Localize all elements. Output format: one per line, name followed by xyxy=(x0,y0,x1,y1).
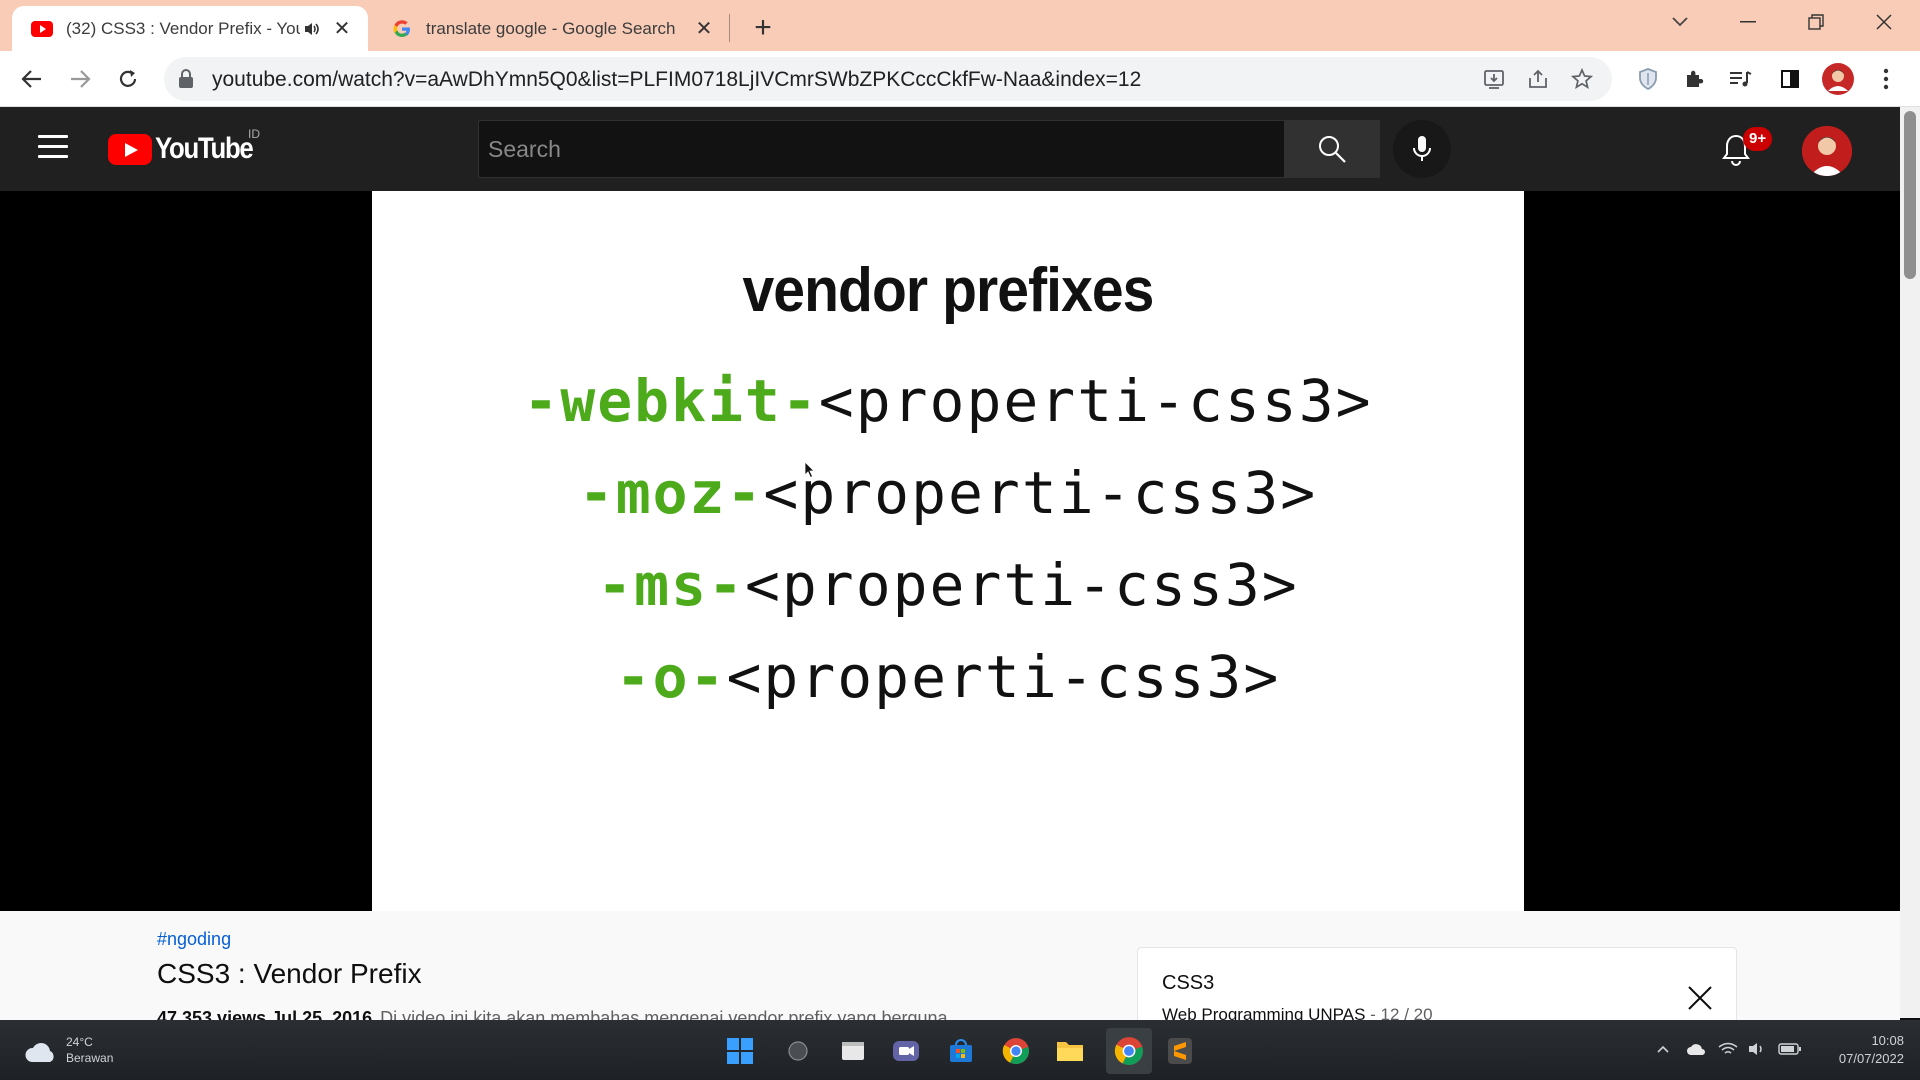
teams-chat-icon[interactable] xyxy=(889,1034,923,1068)
slide-code-line: -moz-<properti-css3> xyxy=(372,459,1524,527)
slide-code-line: -o-<properti-css3> xyxy=(372,643,1524,711)
windows-taskbar: 24°C Berawan 10:08 07/07/2022 xyxy=(0,1020,1920,1080)
search-placeholder: Search xyxy=(488,136,561,162)
property-placeholder: <properti-css3> xyxy=(744,551,1299,619)
tab-search-icon[interactable] xyxy=(1646,0,1714,44)
slide-code-line: -ms-<properti-css3> xyxy=(372,551,1524,619)
battery-icon[interactable] xyxy=(1778,1042,1802,1059)
property-placeholder: <properti-css3> xyxy=(818,367,1373,435)
show-hidden-icons[interactable] xyxy=(1656,1042,1670,1057)
file-explorer-icon[interactable] xyxy=(1053,1034,1087,1068)
install-app-icon[interactable] xyxy=(1480,65,1508,93)
page-scrollbar[interactable] xyxy=(1900,107,1920,1018)
slide-code-line: -webkit-<properti-css3> xyxy=(372,367,1524,435)
video-details: #ngoding CSS3 : Vendor Prefix 47.353 vie… xyxy=(0,911,1900,1047)
weather-widget[interactable]: 24°C Berawan xyxy=(24,1034,144,1068)
youtube-wordmark: YouTube xyxy=(155,132,254,165)
youtube-header: YouTube ID Search 9+ xyxy=(0,107,1900,191)
vendor-prefix: -moz- xyxy=(578,459,764,527)
chrome-taskbar-icon[interactable] xyxy=(999,1034,1033,1068)
reload-icon[interactable] xyxy=(110,61,146,97)
back-icon[interactable] xyxy=(14,61,50,97)
weather-temp: 24°C xyxy=(66,1035,93,1049)
video-player[interactable]: vendor prefixes -webkit-<properti-css3> … xyxy=(0,191,1900,911)
close-tab-icon[interactable]: ✕ xyxy=(692,17,716,41)
sublime-text-icon[interactable] xyxy=(1163,1034,1197,1068)
property-placeholder: <properti-css3> xyxy=(763,459,1318,527)
vendor-prefix: -ms- xyxy=(597,551,745,619)
vendor-prefix: -o- xyxy=(615,643,727,711)
mouse-pointer-icon xyxy=(804,461,815,479)
search-input[interactable]: Search xyxy=(478,120,1284,178)
media-control-icon[interactable] xyxy=(1722,61,1758,97)
share-icon[interactable] xyxy=(1524,65,1552,93)
scrollbar-thumb[interactable] xyxy=(1904,111,1916,279)
youtube-logo[interactable]: YouTube ID xyxy=(108,127,268,165)
voice-search-button[interactable] xyxy=(1393,120,1451,178)
property-placeholder: <properti-css3> xyxy=(726,643,1281,711)
playlist-title[interactable]: CSS3 xyxy=(1162,972,1214,995)
restore-icon[interactable] xyxy=(1782,0,1850,44)
hamburger-menu-icon[interactable] xyxy=(38,135,68,159)
close-tab-icon[interactable]: ✕ xyxy=(330,17,354,41)
side-panel-icon[interactable] xyxy=(1772,61,1808,97)
weather-desc: Berawan xyxy=(66,1051,114,1065)
profile-avatar[interactable] xyxy=(1820,61,1856,97)
address-bar[interactable]: youtube.com/watch?v=aAwDhYmn5Q0&list=PLF… xyxy=(164,57,1612,101)
shield-extension-icon[interactable] xyxy=(1630,61,1666,97)
tab-youtube[interactable]: (32) CSS3 : Vendor Prefix - YouT ✕ xyxy=(12,6,368,51)
close-playlist-icon[interactable] xyxy=(1686,984,1714,1012)
search-icon xyxy=(1319,136,1346,163)
video-frame-slide: vendor prefixes -webkit-<properti-css3> … xyxy=(372,191,1524,911)
chrome-menu-icon[interactable] xyxy=(1868,61,1904,97)
tab-title: (32) CSS3 : Vendor Prefix - YouT xyxy=(66,18,300,38)
tab-title: translate google - Google Search xyxy=(426,18,676,38)
bookmark-star-icon[interactable] xyxy=(1568,65,1596,93)
video-title: CSS3 : Vendor Prefix xyxy=(157,958,422,989)
forward-icon[interactable] xyxy=(62,61,98,97)
browser-toolbar: youtube.com/watch?v=aAwDhYmn5Q0&list=PLF… xyxy=(0,51,1920,107)
close-window-icon[interactable] xyxy=(1850,0,1918,44)
clock-time: 10:08 xyxy=(1871,1033,1904,1048)
microphone-icon xyxy=(1413,136,1431,161)
google-favicon-icon xyxy=(390,17,414,41)
onedrive-icon[interactable] xyxy=(1686,1042,1706,1059)
cloud-icon xyxy=(25,1043,54,1062)
browser-tab-strip: (32) CSS3 : Vendor Prefix - YouT ✕ trans… xyxy=(0,0,1920,51)
account-avatar[interactable] xyxy=(1802,126,1852,176)
youtube-favicon-icon xyxy=(30,17,54,41)
volume-icon[interactable] xyxy=(1748,1042,1768,1059)
tab-google-search[interactable]: translate google - Google Search ✕ xyxy=(376,6,730,51)
url-text: youtube.com/watch?v=aAwDhYmn5Q0&list=PLF… xyxy=(212,68,1142,91)
search-taskbar-icon[interactable] xyxy=(781,1034,815,1068)
vendor-prefix: -webkit- xyxy=(523,367,819,435)
start-windows-icon[interactable] xyxy=(723,1034,757,1068)
extensions-puzzle-icon[interactable] xyxy=(1676,61,1712,97)
notification-count-badge: 9+ xyxy=(1743,127,1773,151)
task-view-icon[interactable] xyxy=(836,1034,870,1068)
hashtag-link[interactable]: #ngoding xyxy=(157,929,231,950)
wifi-icon[interactable] xyxy=(1718,1042,1738,1059)
youtube-play-logo-icon xyxy=(108,133,152,165)
tab-divider xyxy=(729,14,730,42)
search-button[interactable] xyxy=(1284,120,1380,178)
chrome-active-window-icon[interactable] xyxy=(1106,1028,1152,1074)
lock-icon[interactable] xyxy=(178,69,198,89)
system-clock[interactable]: 10:08 07/07/2022 xyxy=(1818,1032,1904,1068)
minimize-icon[interactable] xyxy=(1714,0,1782,44)
clock-date: 07/07/2022 xyxy=(1838,1051,1904,1066)
slide-title: vendor prefixes xyxy=(742,256,1154,325)
new-tab-button[interactable]: + xyxy=(747,11,779,44)
microsoft-store-icon[interactable] xyxy=(944,1034,978,1068)
country-code: ID xyxy=(248,127,260,141)
audio-playing-icon[interactable] xyxy=(300,17,324,41)
